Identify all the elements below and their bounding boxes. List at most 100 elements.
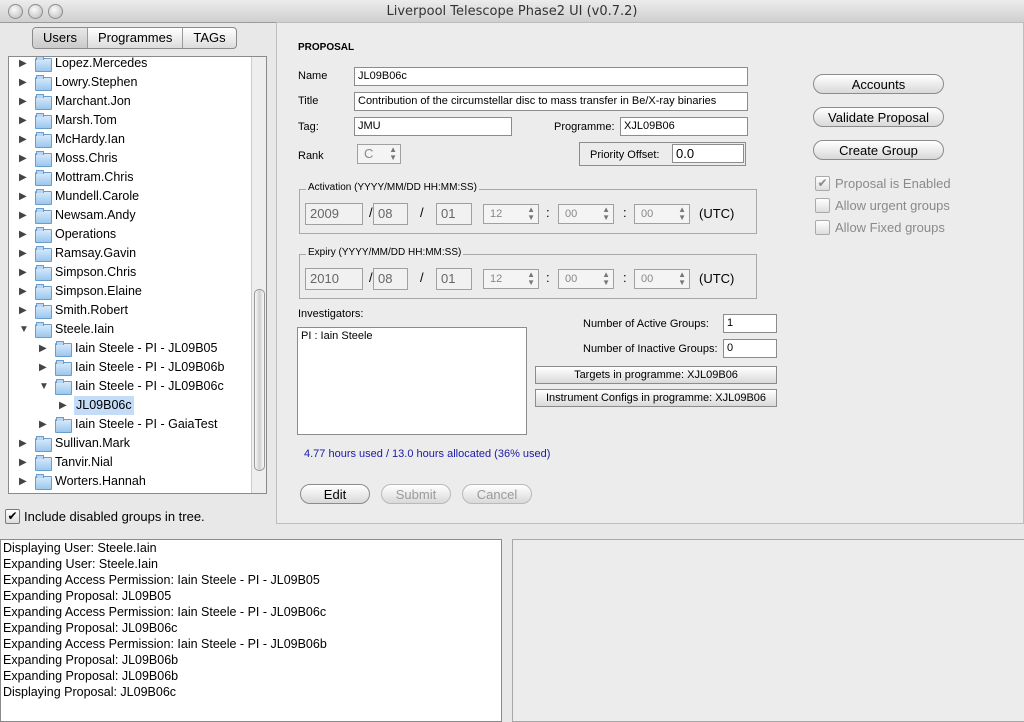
cancel-button[interactable]: Cancel xyxy=(462,484,532,504)
log-line: Expanding Access Permission: Iain Steele… xyxy=(3,605,327,619)
investigators-label: Investigators: xyxy=(298,308,364,320)
tab-tags[interactable]: TAGs xyxy=(183,28,235,48)
time-separator: : xyxy=(623,205,627,220)
name-field[interactable]: JL09B06c xyxy=(354,67,748,86)
disclosure-collapsed-icon[interactable]: ▶ xyxy=(19,92,29,111)
activation-hour-value: 12 xyxy=(490,208,503,220)
disclosure-collapsed-icon[interactable]: ▶ xyxy=(19,453,29,472)
folder-icon xyxy=(35,94,52,110)
folder-icon xyxy=(35,284,52,300)
disclosure-collapsed-icon[interactable]: ▶ xyxy=(19,149,29,168)
log-line: Expanding Proposal: JL09B06b xyxy=(3,669,179,683)
tree-item-label: Lopez.Mercedes xyxy=(55,56,148,70)
log-line: Expanding Access Permission: Iain Steele… xyxy=(3,573,320,587)
stepper-arrows-icon: ▲ ▼ xyxy=(527,205,535,222)
create-group-button[interactable]: Create Group xyxy=(813,140,944,160)
disclosure-collapsed-icon[interactable]: ▶ xyxy=(19,263,29,282)
proposal-enabled-checkbox[interactable]: ✔ xyxy=(815,176,830,191)
log-console[interactable]: Displaying User: Steele.Iain Expanding Us… xyxy=(0,539,502,722)
edit-button[interactable]: Edit xyxy=(300,484,370,504)
instrument-configs-button[interactable]: Instrument Configs in programme: XJL09B0… xyxy=(535,389,777,407)
title-field[interactable]: Contribution of the circumstellar disc t… xyxy=(354,92,748,111)
disclosure-collapsed-icon[interactable]: ▶ xyxy=(19,244,29,263)
activation-year[interactable]: 2009 xyxy=(305,203,363,225)
folder-icon xyxy=(35,151,52,167)
disclosure-collapsed-icon[interactable]: ▶ xyxy=(39,415,49,434)
include-disabled-checkbox[interactable]: ✔ xyxy=(5,509,20,524)
disclosure-expanded-icon[interactable]: ▼ xyxy=(19,320,29,339)
time-separator: : xyxy=(623,270,627,285)
tree-item-label: Iain Steele - PI - GaiaTest xyxy=(75,417,218,431)
disclosure-expanded-icon[interactable]: ▼ xyxy=(39,377,49,396)
disclosure-collapsed-icon[interactable]: ▶ xyxy=(19,472,29,491)
folder-icon xyxy=(35,57,52,72)
tree-item-label: Tanvir.Nial xyxy=(55,455,113,469)
folder-icon xyxy=(35,208,52,224)
validate-proposal-button[interactable]: Validate Proposal xyxy=(813,107,944,127)
activation-hour[interactable]: 12 ▲ ▼ xyxy=(483,204,539,224)
investigators-list[interactable]: PI : Iain Steele xyxy=(297,327,527,435)
programme-label: Programme: xyxy=(554,121,615,133)
tree-item-label: Iain Steele - PI - JL09B06b xyxy=(75,360,225,374)
stepper-arrows-icon: ▲ ▼ xyxy=(678,205,686,222)
allow-fixed-checkbox[interactable] xyxy=(815,220,830,235)
folder-icon xyxy=(35,189,52,205)
expiry-minute[interactable]: 00 ▲ ▼ xyxy=(558,269,614,289)
disclosure-collapsed-icon[interactable]: ▶ xyxy=(19,301,29,320)
tree-item-label: Newsam.Andy xyxy=(55,208,136,222)
programme-field[interactable]: XJL09B06 xyxy=(620,117,748,136)
activation-day[interactable]: 01 xyxy=(436,203,472,225)
submit-button[interactable]: Submit xyxy=(381,484,451,504)
disclosure-collapsed-icon[interactable]: ▶ xyxy=(19,225,29,244)
activation-minute[interactable]: 00 ▲ ▼ xyxy=(558,204,614,224)
disclosure-collapsed-icon[interactable]: ▶ xyxy=(19,130,29,149)
tree-item-label: McHardy.Ian xyxy=(55,132,125,146)
user-tree[interactable]: ▶ Lopez.Mercedes ▶ Lowry.Stephen ▶ Marchant.J… xyxy=(8,56,267,494)
tag-label: Tag: xyxy=(298,121,319,133)
disclosure-collapsed-icon[interactable]: ▶ xyxy=(19,168,29,187)
tab-programmes[interactable]: Programmes xyxy=(88,28,184,48)
tree-scrollbar[interactable] xyxy=(251,57,266,493)
tree-item-label: Smith.Robert xyxy=(55,303,128,317)
list-item[interactable]: PI : Iain Steele xyxy=(298,328,526,344)
tree-item-label: Iain Steele - PI - JL09B06c xyxy=(75,379,224,393)
expiry-hour-value: 12 xyxy=(490,273,503,285)
disclosure-collapsed-icon[interactable]: ▶ xyxy=(19,111,29,130)
priority-offset-field[interactable]: 0.0 xyxy=(672,144,744,163)
tree-item-label: Ramsay.Gavin xyxy=(55,246,137,260)
activation-month[interactable]: 08 xyxy=(373,203,408,225)
rank-select[interactable]: C ▲ ▼ xyxy=(357,144,401,164)
disclosure-collapsed-icon[interactable]: ▶ xyxy=(19,282,29,301)
disclosure-collapsed-icon[interactable]: ▶ xyxy=(19,57,29,73)
accounts-button[interactable]: Accounts xyxy=(813,74,944,94)
disclosure-collapsed-icon[interactable]: ▶ xyxy=(59,396,69,415)
expiry-second[interactable]: 00 ▲ ▼ xyxy=(634,269,690,289)
proposal-heading: PROPOSAL xyxy=(298,42,355,53)
tree-item-label: Marchant.Jon xyxy=(55,94,131,108)
expiry-hour[interactable]: 12 ▲ ▼ xyxy=(483,269,539,289)
stepper-arrows-icon: ▲ ▼ xyxy=(602,270,610,287)
disclosure-collapsed-icon[interactable]: ▶ xyxy=(19,206,29,225)
log-line: Expanding Proposal: JL09B06c xyxy=(3,621,178,635)
disclosure-collapsed-icon[interactable]: ▶ xyxy=(39,358,49,377)
scrollbar-thumb[interactable] xyxy=(254,289,265,471)
targets-in-programme-button[interactable]: Targets in programme: XJL09B06 xyxy=(535,366,777,384)
active-groups-field[interactable]: 1 xyxy=(723,314,777,333)
expiry-year[interactable]: 2010 xyxy=(305,268,363,290)
disclosure-collapsed-icon[interactable]: ▶ xyxy=(19,187,29,206)
inactive-groups-field[interactable]: 0 xyxy=(723,339,777,358)
folder-icon xyxy=(35,455,52,471)
disclosure-collapsed-icon[interactable]: ▶ xyxy=(39,339,49,358)
disclosure-collapsed-icon[interactable]: ▶ xyxy=(19,73,29,92)
expiry-month[interactable]: 08 xyxy=(373,268,408,290)
disclosure-collapsed-icon[interactable]: ▶ xyxy=(19,434,29,453)
activation-second[interactable]: 00 ▲ ▼ xyxy=(634,204,690,224)
allow-urgent-label: Allow urgent groups xyxy=(835,198,950,213)
allow-urgent-checkbox[interactable] xyxy=(815,198,830,213)
expiry-day[interactable]: 01 xyxy=(436,268,472,290)
stepper-arrows-icon: ▲ ▼ xyxy=(602,205,610,222)
proposal-panel: PROPOSAL Name JL09B06c Title Contributio… xyxy=(276,22,1024,524)
tag-field[interactable]: JMU xyxy=(354,117,512,136)
activation-minute-value: 00 xyxy=(565,208,578,220)
tab-users[interactable]: Users xyxy=(33,28,88,48)
